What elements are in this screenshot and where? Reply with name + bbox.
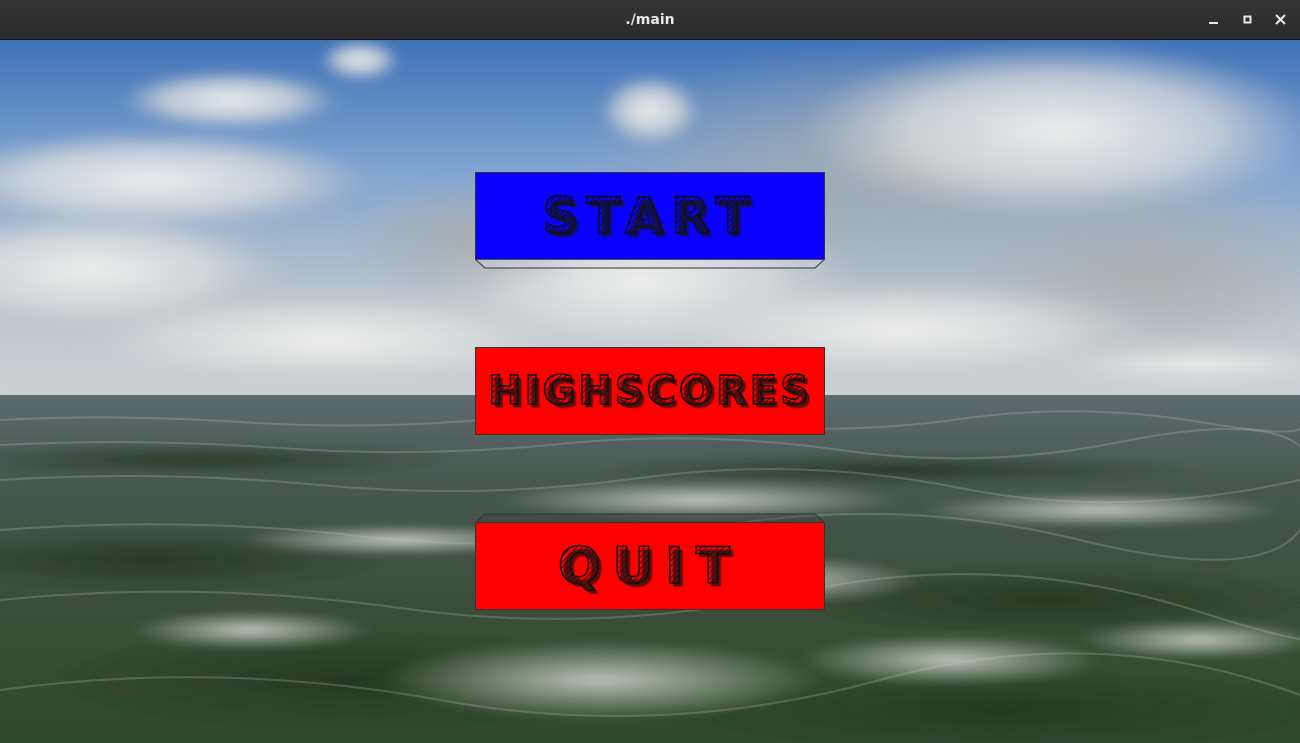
start-label: START [542, 186, 758, 246]
highscores-button[interactable]: HIGHSCORES [475, 347, 825, 435]
highscores-label: HIGHSCORES [487, 367, 812, 415]
minimize-icon [1209, 22, 1218, 24]
quit-label: QUIT [557, 536, 742, 596]
minimize-button[interactable] [1205, 11, 1223, 29]
quit-button[interactable]: QUIT [475, 522, 825, 610]
close-icon [1275, 14, 1286, 25]
title-bar[interactable]: ./main [0, 0, 1300, 40]
game-window: ./main START HIGHSCORES QUIT [0, 0, 1300, 743]
start-button[interactable]: START [475, 172, 825, 260]
maximize-icon [1243, 15, 1252, 24]
maximize-button[interactable] [1239, 11, 1257, 29]
window-title: ./main [625, 12, 675, 28]
close-button[interactable] [1272, 11, 1290, 29]
